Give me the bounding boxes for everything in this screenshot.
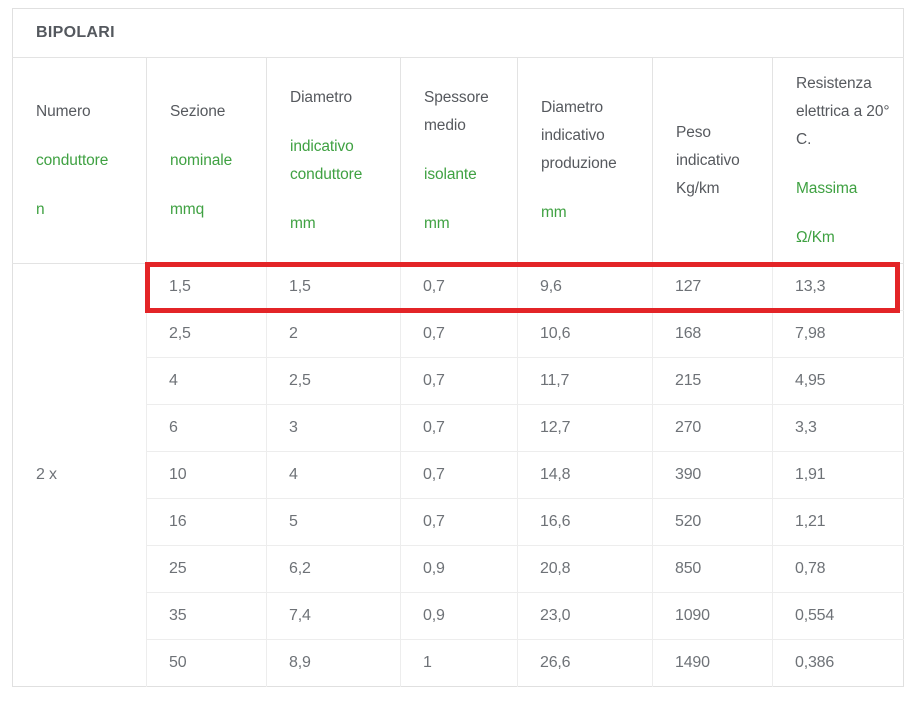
cell-peso: 270 <box>653 405 773 452</box>
cell-sezione: 10 <box>147 452 267 499</box>
cell-resistenza: 0,386 <box>773 640 904 687</box>
cell-resistenza: 1,91 <box>773 452 904 499</box>
header-line: Numero <box>36 98 136 126</box>
table-row-highlighted: 2 x 1,5 1,5 0,7 9,6 127 13,3 <box>13 264 904 311</box>
cell-peso: 520 <box>653 499 773 546</box>
cell-resistenza: 1,21 <box>773 499 904 546</box>
table-row: 35 7,4 0,9 23,0 1090 0,554 <box>13 593 904 640</box>
header-line: Ω/Km <box>796 224 893 252</box>
cell-resistenza: 0,554 <box>773 593 904 640</box>
cell-diametro-produzione: 14,8 <box>518 452 653 499</box>
header-line: conduttore <box>36 147 136 175</box>
cell-spessore: 0,7 <box>401 358 518 405</box>
cell-peso: 1490 <box>653 640 773 687</box>
cell-diametro-produzione: 23,0 <box>518 593 653 640</box>
col-header-spessore-isolante: Spessore medio isolante mm <box>401 58 518 264</box>
cell-spessore: 0,9 <box>401 593 518 640</box>
header-line: indicativo conduttore <box>290 133 390 189</box>
col-header-diametro-conduttore: Diametro indicativo conduttore mm <box>267 58 401 264</box>
header-line: Resistenza elettrica a 20° C. <box>796 70 893 154</box>
cell-diametro-conduttore: 2 <box>267 311 401 358</box>
cell-spessore: 0,7 <box>401 264 518 311</box>
header-line: n <box>36 196 136 224</box>
cell-peso: 390 <box>653 452 773 499</box>
cell-spessore: 0,7 <box>401 311 518 358</box>
col-header-numero-conduttore: Numero conduttore n <box>13 58 147 264</box>
cell-sezione: 4 <box>147 358 267 405</box>
cell-diametro-conduttore: 6,2 <box>267 546 401 593</box>
cell-sezione: 25 <box>147 546 267 593</box>
header-line: nominale <box>170 147 256 175</box>
merged-conductor-count-cell: 2 x <box>13 264 147 687</box>
cell-diametro-produzione: 12,7 <box>518 405 653 452</box>
cell-diametro-conduttore: 1,5 <box>267 264 401 311</box>
cell-diametro-produzione: 11,7 <box>518 358 653 405</box>
header-row: Numero conduttore n Sezione nominale mmq… <box>13 58 904 264</box>
table-row: 16 5 0,7 16,6 520 1,21 <box>13 499 904 546</box>
cell-diametro-produzione: 20,8 <box>518 546 653 593</box>
header-line: mm <box>424 210 507 238</box>
cell-sezione: 50 <box>147 640 267 687</box>
table-row: 6 3 0,7 12,7 270 3,3 <box>13 405 904 452</box>
cell-sezione: 6 <box>147 405 267 452</box>
cell-sezione: 16 <box>147 499 267 546</box>
cell-resistenza: 7,98 <box>773 311 904 358</box>
cell-spessore: 0,7 <box>401 452 518 499</box>
header-line: Peso indicativo Kg/km <box>676 119 762 203</box>
cell-diametro-produzione: 10,6 <box>518 311 653 358</box>
cell-diametro-conduttore: 4 <box>267 452 401 499</box>
table-row: 2,5 2 0,7 10,6 168 7,98 <box>13 311 904 358</box>
bipolari-spec-table: BIPOLARI Numero conduttore n Sezione nom… <box>12 8 904 687</box>
cell-diametro-conduttore: 2,5 <box>267 358 401 405</box>
cell-sezione: 35 <box>147 593 267 640</box>
cell-peso: 127 <box>653 264 773 311</box>
cell-diametro-conduttore: 3 <box>267 405 401 452</box>
cell-diametro-conduttore: 5 <box>267 499 401 546</box>
page: BIPOLARI Numero conduttore n Sezione nom… <box>0 0 916 711</box>
col-header-diametro-produzione: Diametro indicativo produzione mm <box>518 58 653 264</box>
cell-diametro-conduttore: 8,9 <box>267 640 401 687</box>
cell-sezione: 1,5 <box>147 264 267 311</box>
header-line: mmq <box>170 196 256 224</box>
cell-diametro-conduttore: 7,4 <box>267 593 401 640</box>
col-header-resistenza-elettrica: Resistenza elettrica a 20° C. Massima Ω/… <box>773 58 904 264</box>
cell-spessore: 0,7 <box>401 405 518 452</box>
table-row: 50 8,9 1 26,6 1490 0,386 <box>13 640 904 687</box>
table-title: BIPOLARI <box>13 9 904 58</box>
cell-resistenza: 0,78 <box>773 546 904 593</box>
col-header-peso-indicativo: Peso indicativo Kg/km <box>653 58 773 264</box>
header-line: mm <box>290 210 390 238</box>
cell-resistenza: 13,3 <box>773 264 904 311</box>
cell-peso: 1090 <box>653 593 773 640</box>
cell-sezione: 2,5 <box>147 311 267 358</box>
cell-peso: 168 <box>653 311 773 358</box>
cell-spessore: 1 <box>401 640 518 687</box>
header-line: Sezione <box>170 98 256 126</box>
table-row: 10 4 0,7 14,8 390 1,91 <box>13 452 904 499</box>
cell-spessore: 0,7 <box>401 499 518 546</box>
cell-peso: 850 <box>653 546 773 593</box>
table-row: 4 2,5 0,7 11,7 215 4,95 <box>13 358 904 405</box>
cell-spessore: 0,9 <box>401 546 518 593</box>
title-row: BIPOLARI <box>13 9 904 58</box>
spec-table-container: BIPOLARI Numero conduttore n Sezione nom… <box>12 8 904 687</box>
col-header-sezione-nominale: Sezione nominale mmq <box>147 58 267 264</box>
cell-diametro-produzione: 26,6 <box>518 640 653 687</box>
cell-resistenza: 3,3 <box>773 405 904 452</box>
header-line: Diametro indicativo produzione <box>541 94 642 178</box>
cell-peso: 215 <box>653 358 773 405</box>
table-row: 25 6,2 0,9 20,8 850 0,78 <box>13 546 904 593</box>
header-line: Massima <box>796 175 893 203</box>
cell-diametro-produzione: 9,6 <box>518 264 653 311</box>
header-line: Spessore medio <box>424 84 507 140</box>
cell-resistenza: 4,95 <box>773 358 904 405</box>
cell-diametro-produzione: 16,6 <box>518 499 653 546</box>
header-line: isolante <box>424 161 507 189</box>
header-line: mm <box>541 199 642 227</box>
header-line: Diametro <box>290 84 390 112</box>
